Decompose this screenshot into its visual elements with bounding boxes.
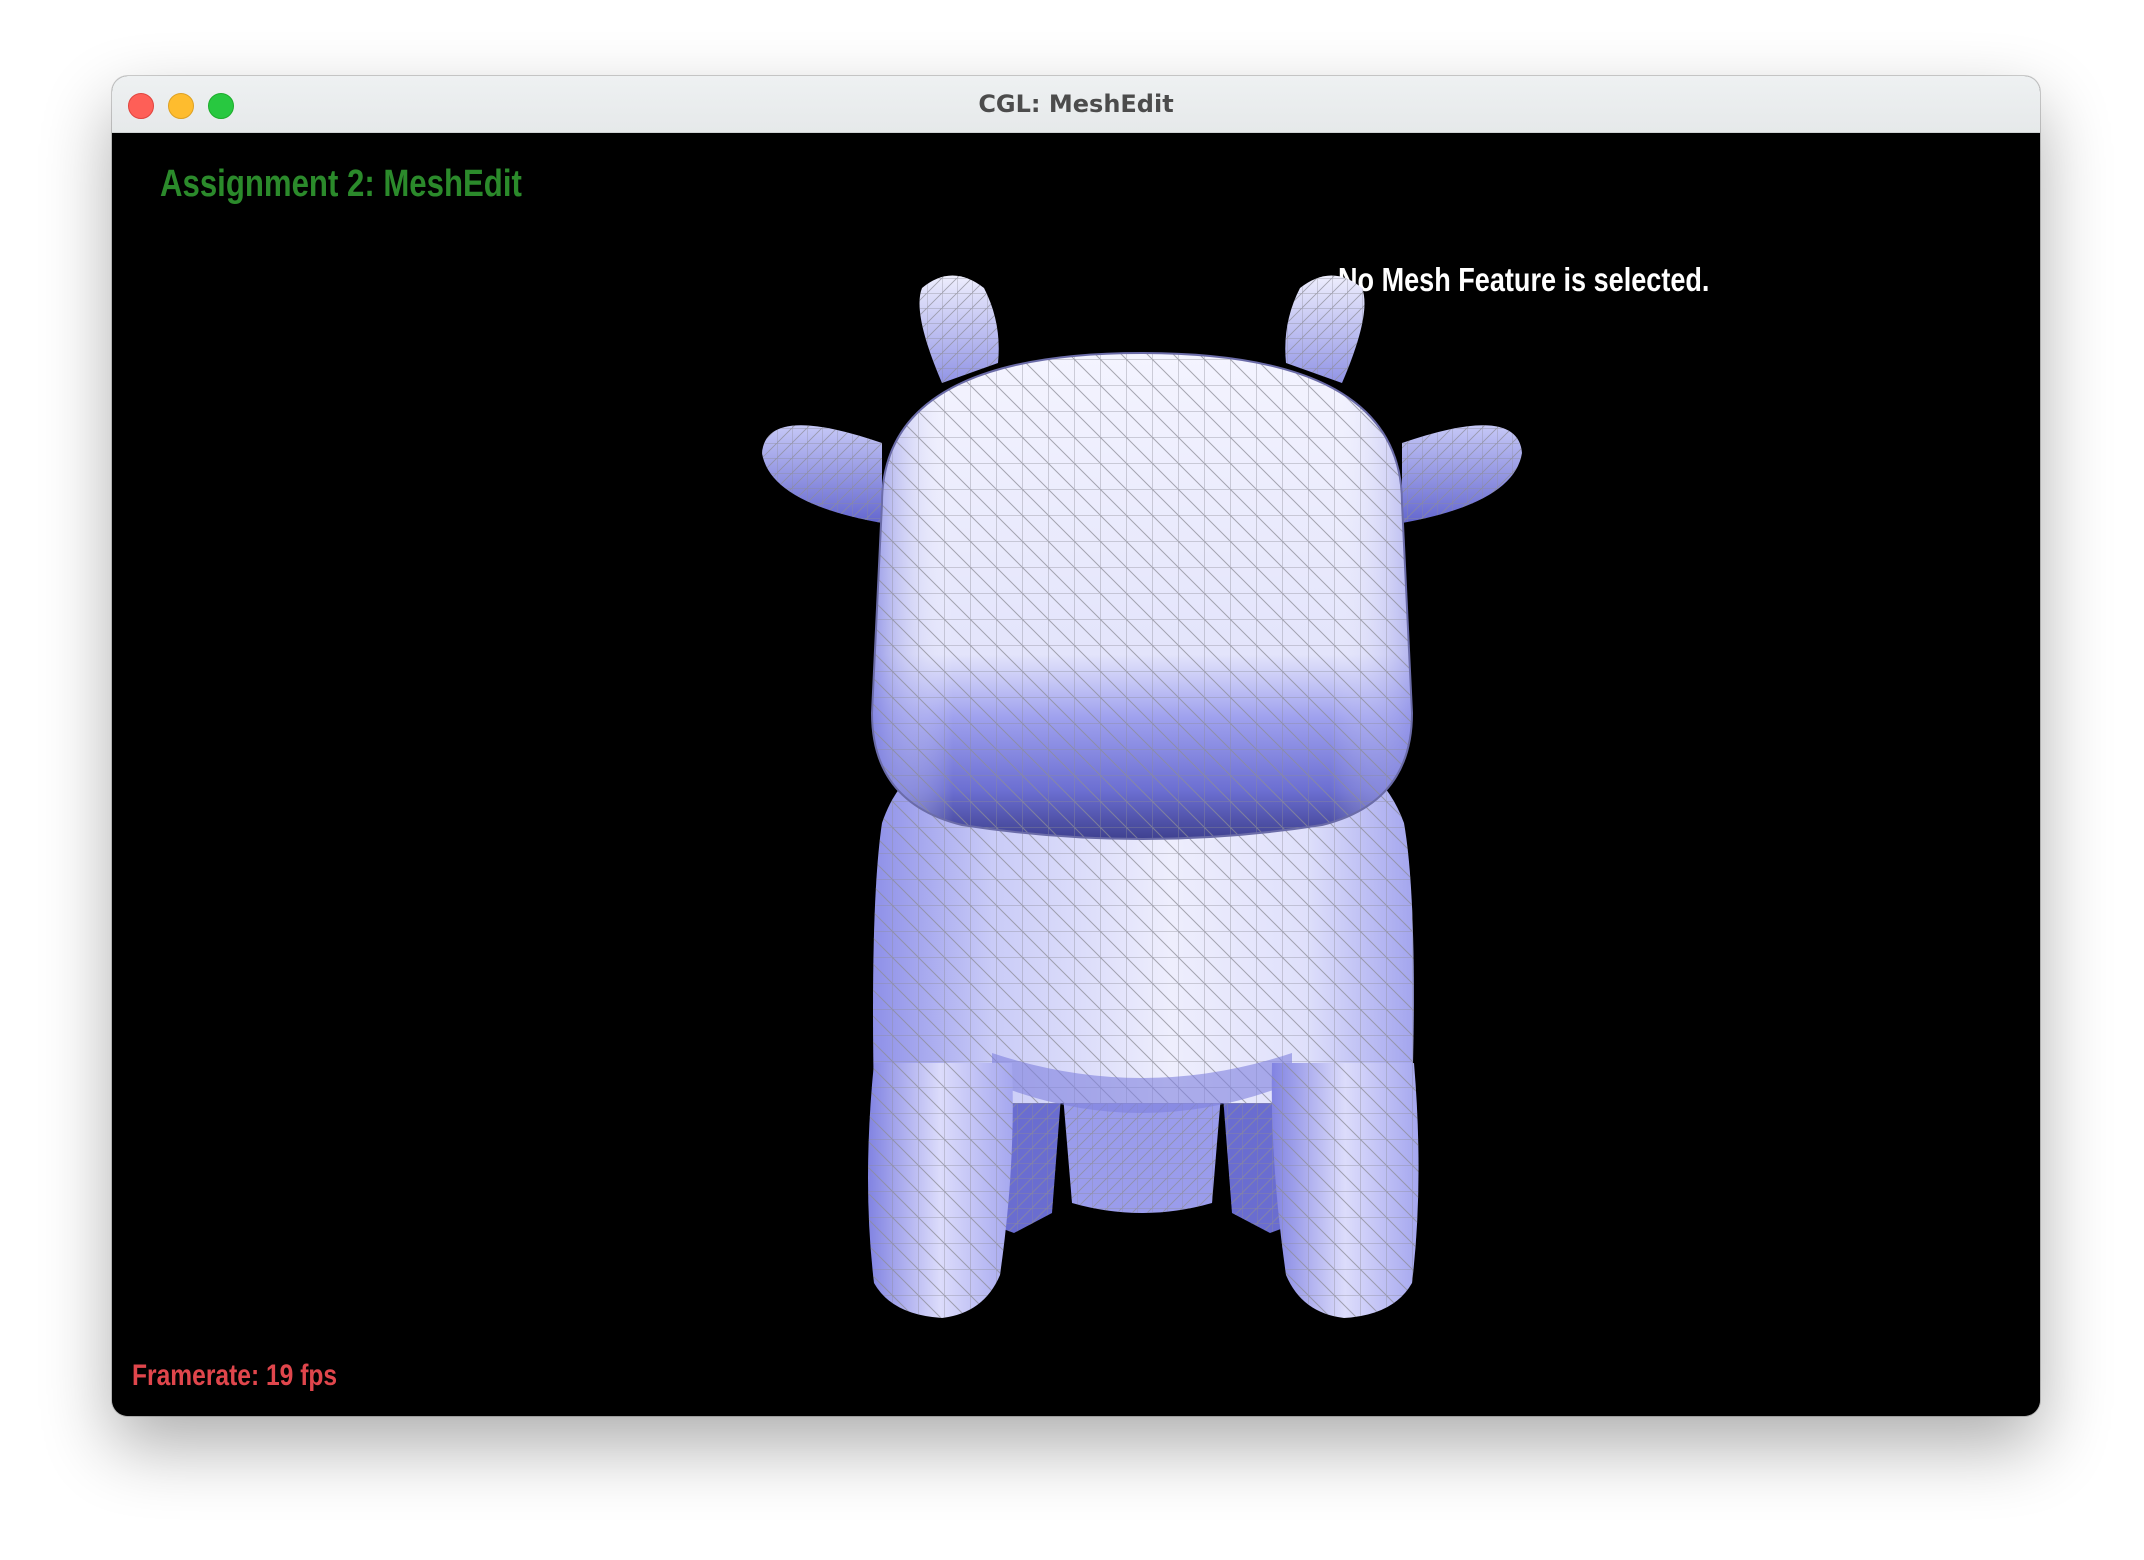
framerate-readout: Framerate: 19 fps [132, 1359, 338, 1392]
title-bar[interactable]: CGL: MeshEdit [112, 76, 2040, 133]
cow-mesh-model[interactable] [762, 203, 1522, 1403]
cow-head [870, 351, 1414, 840]
assignment-heading: Assignment 2: MeshEdit [160, 163, 522, 205]
window-title: CGL: MeshEdit [978, 90, 1174, 118]
render-viewport[interactable]: Assignment 2: MeshEdit No Mesh Feature i… [112, 133, 2040, 1416]
meshedit-window: CGL: MeshEdit Assignment 2: MeshEdit No … [112, 76, 2040, 1416]
